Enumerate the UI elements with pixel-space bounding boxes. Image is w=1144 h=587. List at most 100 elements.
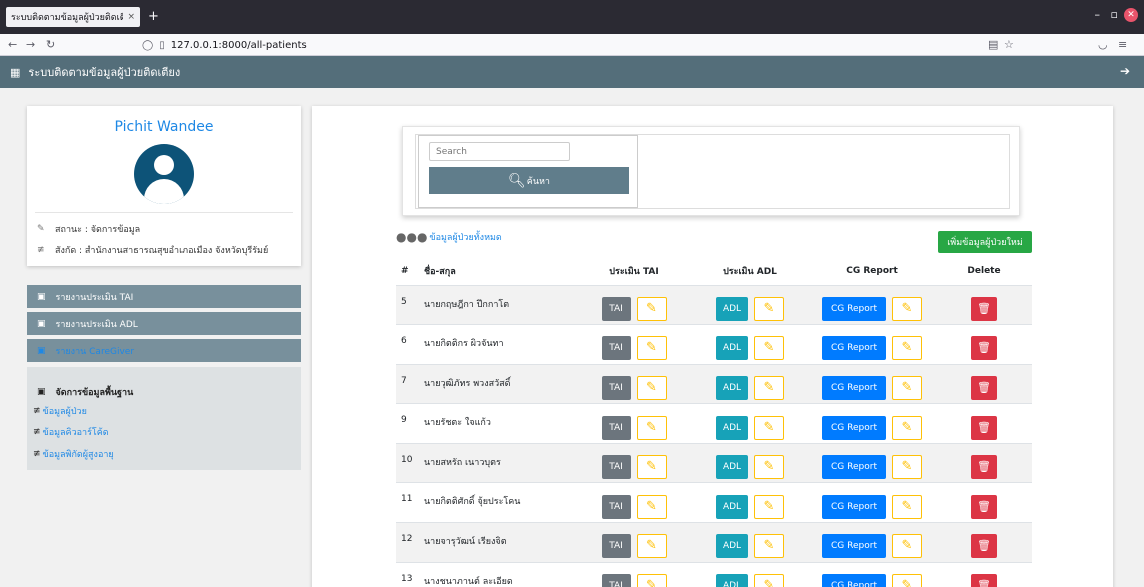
tai-button[interactable]: TAI: [601, 415, 631, 440]
search-input[interactable]: [429, 142, 570, 161]
row-adl-cell: ADL ✎: [692, 561, 808, 587]
sidebar-item-adl-report[interactable]: ▣ รายงานประเมิน ADL: [27, 312, 301, 335]
edit-icon[interactable]: ✎: [892, 415, 922, 440]
adl-button[interactable]: ADL: [716, 534, 748, 559]
trash-icon[interactable]: 🗑︎: [971, 455, 997, 480]
cg-report-button[interactable]: CG Report: [822, 494, 886, 519]
manage-link-patients[interactable]: ≢ ข้อมูลผู้ป่วย: [33, 404, 87, 418]
sidebar-item-tai-report[interactable]: ▣ รายงานประเมิน TAI: [27, 285, 301, 308]
tai-button[interactable]: TAI: [601, 455, 631, 480]
edit-icon[interactable]: ✎: [636, 375, 667, 400]
adl-button[interactable]: ADL: [716, 375, 748, 400]
new-tab-button[interactable]: +: [148, 9, 159, 24]
trash-icon[interactable]: 🗑︎: [971, 296, 997, 321]
browser-urlbar: ← → ↻ ◯ ▯ 127.0.0.1:8000/all-patients ▤ …: [0, 34, 1144, 56]
cg-report-button[interactable]: CG Report: [822, 574, 886, 587]
back-icon[interactable]: ←: [8, 38, 17, 51]
edit-icon[interactable]: ✎: [636, 574, 667, 587]
column-header-adl: ประเมิน ADL: [692, 258, 808, 286]
trash-icon[interactable]: 🗑︎: [971, 336, 997, 361]
edit-icon[interactable]: ✎: [754, 494, 784, 519]
edit-icon[interactable]: ✎: [754, 375, 784, 400]
edit-icon[interactable]: ✎: [892, 336, 922, 361]
edit-icon[interactable]: ✎: [892, 534, 922, 559]
manage-link-locations[interactable]: ≢ ข้อมูลพิกัดผู้สูงอายุ: [33, 447, 114, 461]
search-button[interactable]: 🔍︎ ค้นหา: [429, 167, 629, 194]
edit-icon[interactable]: ✎: [636, 415, 667, 440]
adl-button[interactable]: ADL: [716, 415, 748, 440]
patient-list-title: ●●● ข้อมูลผู้ป่วยทั้งหมด: [396, 230, 502, 244]
tai-button[interactable]: TAI: [601, 336, 631, 361]
trash-icon[interactable]: 🗑︎: [971, 375, 997, 400]
trash-icon[interactable]: 🗑︎: [971, 415, 997, 440]
tai-button[interactable]: TAI: [601, 296, 631, 321]
tai-button[interactable]: TAI: [601, 494, 631, 519]
cg-report-button[interactable]: CG Report: [822, 534, 886, 559]
adl-button[interactable]: ADL: [716, 494, 748, 519]
add-patient-button[interactable]: เพิ่มข้อมูลผู้ป่วยใหม่: [938, 231, 1032, 253]
edit-icon[interactable]: ✎: [892, 494, 922, 519]
grid-icon: ▦: [10, 65, 21, 79]
edit-icon[interactable]: ✎: [754, 336, 784, 361]
minimize-icon[interactable]: –: [1095, 8, 1101, 21]
sidebar-item-label: รายงานประเมิน TAI: [55, 292, 134, 303]
row-cg-cell: CG Report ✎: [808, 324, 936, 365]
column-header-name: ชื่อ-สกุล: [424, 258, 576, 286]
table-row: 12 นายจารุวัฒน์ เรียงจิต TAI ✎ ADL ✎ CG Report…: [396, 522, 1032, 563]
sidebar-item-caregiver-report[interactable]: ▣ รายงาน CareGiver: [27, 339, 301, 362]
id-card-icon: ▣: [37, 387, 46, 397]
edit-icon[interactable]: ✎: [636, 296, 667, 321]
edit-icon[interactable]: ✎: [892, 375, 922, 400]
table-row: 5 นายกฤษฎีกา ปึกกาโต TAI ✎ ADL ✎ CG Report ✎ 🗑︎: [396, 284, 1032, 325]
edit-icon[interactable]: ✎: [754, 455, 784, 480]
reader-icon[interactable]: ▤: [988, 38, 998, 51]
adl-button[interactable]: ADL: [716, 336, 748, 361]
edit-icon[interactable]: ✎: [754, 574, 784, 587]
edit-icon[interactable]: ✎: [754, 296, 784, 321]
browser-tab[interactable]: ระบบติดตามข้อมูลผู้ป่วยติดเตี ×: [6, 7, 140, 27]
cg-report-button[interactable]: CG Report: [822, 415, 886, 440]
logout-icon[interactable]: ➔: [1120, 64, 1130, 78]
cg-report-button[interactable]: CG Report: [822, 375, 886, 400]
tab-close-icon[interactable]: ×: [127, 12, 135, 22]
address-bar[interactable]: ◯ ▯ 127.0.0.1:8000/all-patients: [142, 36, 1036, 54]
edit-icon[interactable]: ✎: [892, 574, 922, 587]
edit-icon[interactable]: ✎: [754, 534, 784, 559]
trash-icon[interactable]: 🗑︎: [971, 534, 997, 559]
edit-icon[interactable]: ✎: [892, 455, 922, 480]
pocket-icon[interactable]: ◡: [1098, 38, 1108, 51]
bookmark-star-icon[interactable]: ☆: [1004, 38, 1014, 51]
edit-icon[interactable]: ✎: [636, 336, 667, 361]
adl-button[interactable]: ADL: [716, 455, 748, 480]
cg-report-button[interactable]: CG Report: [822, 336, 886, 361]
cg-report-button[interactable]: CG Report: [822, 455, 886, 480]
app-title[interactable]: ระบบติดตามข้อมูลผู้ป่วยติดเตียง: [28, 63, 180, 81]
edit-icon[interactable]: ✎: [892, 296, 922, 321]
edit-icon[interactable]: ✎: [636, 534, 667, 559]
trash-icon[interactable]: 🗑︎: [971, 494, 997, 519]
patient-table-body: 5 นายกฤษฎีกา ปึกกาโต TAI ✎ ADL ✎ CG Report ✎ 🗑︎ 6…: [396, 284, 1032, 587]
adl-button[interactable]: ADL: [716, 296, 748, 321]
tai-button[interactable]: TAI: [601, 534, 631, 559]
adl-button[interactable]: ADL: [716, 574, 748, 587]
forward-icon[interactable]: →: [26, 38, 35, 51]
tab-title: ระบบติดตามข้อมูลผู้ป่วยติดเตี: [11, 13, 124, 23]
tai-button[interactable]: TAI: [601, 375, 631, 400]
row-delete-cell: 🗑︎: [936, 561, 1032, 587]
column-header-tai: ประเมิน TAI: [576, 258, 692, 286]
window-close-icon[interactable]: ✕: [1124, 8, 1138, 22]
edit-icon[interactable]: ✎: [636, 455, 667, 480]
manage-link-qrcode[interactable]: ≢ ข้อมูลคิวอาร์โค้ด: [33, 425, 109, 439]
row-patient-name: นายกฤษฎีกา ปึกกาโต: [424, 284, 576, 325]
restore-icon[interactable]: ▫: [1111, 8, 1118, 21]
page-icon: ▯: [159, 39, 165, 51]
edit-icon[interactable]: ✎: [636, 494, 667, 519]
row-delete-cell: 🗑︎: [936, 324, 1032, 365]
trash-icon[interactable]: 🗑︎: [971, 574, 997, 587]
tai-button[interactable]: TAI: [601, 574, 631, 587]
reload-icon[interactable]: ↻: [46, 38, 55, 51]
edit-icon[interactable]: ✎: [754, 415, 784, 440]
manage-link-label: ข้อมูลผู้ป่วย: [42, 407, 87, 417]
menu-icon[interactable]: ≡: [1118, 38, 1127, 51]
cg-report-button[interactable]: CG Report: [822, 296, 886, 321]
